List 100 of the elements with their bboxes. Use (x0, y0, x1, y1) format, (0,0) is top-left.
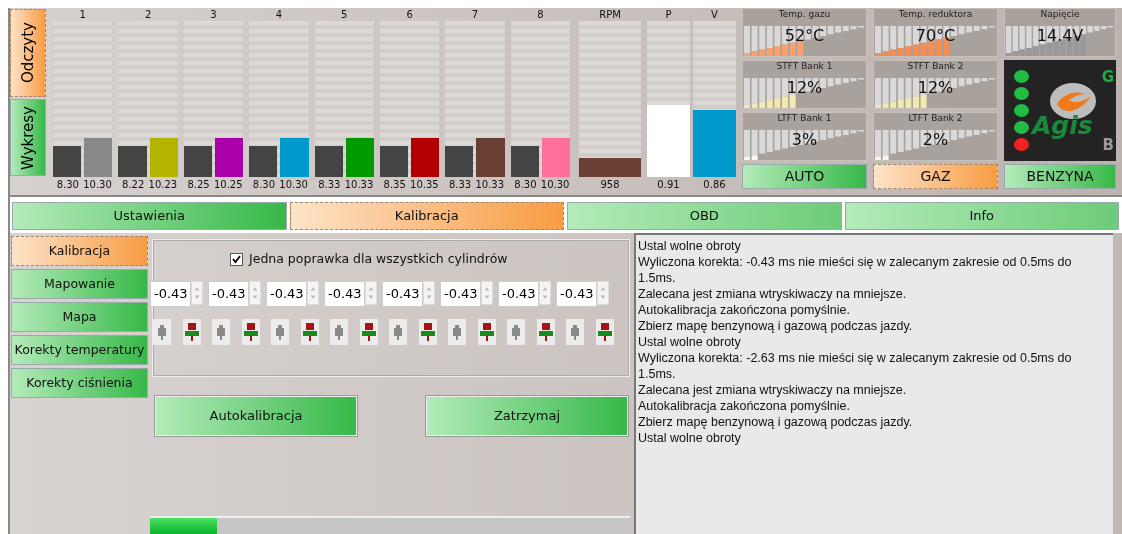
mode-button[interactable]: AUTO (742, 164, 867, 189)
bar-reading: 8.30 (55, 178, 80, 192)
bar-reading: 10.30 (278, 178, 309, 192)
side-tab[interactable]: Odczyty (10, 9, 46, 97)
bar-reading: 10.30 (82, 178, 113, 192)
cylinder-number: 5 (340, 8, 349, 21)
tab[interactable]: OBD (567, 202, 842, 230)
bar-reading: 8.22 (121, 178, 146, 192)
tab[interactable]: Ustawienia (12, 202, 287, 230)
valve-icon (389, 318, 407, 345)
number-field[interactable]: -0.43 (324, 280, 365, 307)
log-line: Autokalibracja zakończona pomyślnie. (638, 398, 851, 414)
spinner-arrows-icon[interactable] (481, 280, 493, 305)
checkbox[interactable] (230, 252, 243, 266)
injector-icon (537, 318, 555, 345)
side-menu-item[interactable]: Kalibracja (11, 236, 148, 266)
log-line: Zalecana jest zmiana wtryskiwaczy na mniejsze. (638, 382, 908, 398)
spinner-arrows-icon[interactable] (307, 280, 319, 305)
side-menu-item[interactable]: Korekty temperatury (11, 335, 148, 365)
gauge-title: STFT Bank 1 (775, 61, 834, 72)
log-line: Zbierz mapę benzynową i gazową podczas jazdy. (638, 414, 914, 430)
valve-icon (566, 318, 584, 345)
logo-letter: B (1102, 136, 1114, 154)
injector-icon (242, 318, 260, 345)
meter-reading: 0.91 (656, 178, 681, 192)
bar-reading: 10.33 (344, 178, 374, 192)
tab[interactable]: Info (844, 202, 1119, 230)
injector-icon (183, 318, 201, 345)
number-field[interactable]: -0.43 (266, 280, 307, 307)
injector-icon (360, 318, 378, 345)
valve-icon (212, 318, 230, 345)
gauge-reading: 2% (922, 130, 949, 150)
log-line: Autokalibracja zakończona pomyślnie. (638, 302, 851, 318)
cylinder-number: 1 (78, 8, 87, 21)
meter-label: P (664, 8, 673, 21)
side-menu-item[interactable]: Mapa (11, 302, 148, 332)
gauge-title: Napięcie (1039, 9, 1081, 20)
injector-icon (596, 318, 614, 345)
meter-reading: 0.86 (702, 178, 727, 192)
gauge-reading: 14.4V (1036, 26, 1084, 46)
logo-letter: G (1101, 68, 1114, 86)
side-menu-item[interactable]: Korekty ciśnienia (11, 368, 148, 398)
mode-button[interactable]: BENZYNA (1004, 164, 1116, 189)
gauge-reading: 52°C (784, 26, 825, 46)
log-line: Ustal wolne obroty (638, 334, 742, 350)
autocalibration-button[interactable]: Autokalibracja (155, 396, 357, 437)
injector-icon (478, 318, 496, 345)
mode-button[interactable]: GAZ (873, 164, 998, 189)
bar-reading: 8.30 (251, 178, 277, 192)
log-line: Ustal wolne obroty (638, 430, 742, 446)
bar-reading: 8.25 (186, 178, 211, 192)
gauge-title: LTFT Bank 2 (907, 113, 964, 124)
spinner-arrows-icon[interactable] (365, 280, 377, 305)
bar-reading: 8.33 (317, 178, 342, 192)
side-tab[interactable]: Wykresy (10, 99, 46, 176)
gauge-title: Temp. gazu (777, 9, 832, 20)
checkbox-label: Jedna poprawka dla wszystkich cylindrów (249, 250, 508, 268)
bar-reading: 10.30 (540, 178, 570, 192)
valve-icon (507, 318, 525, 345)
cylinder-number: 8 (536, 8, 545, 21)
brand-text: Agis (1032, 112, 1093, 140)
bar-reading: 10.25 (213, 178, 244, 192)
cylinder-number: 2 (143, 8, 153, 21)
spinner-arrows-icon[interactable] (423, 280, 435, 305)
log-line: Wyliczona korekta: -0.43 ms nie mieści się w zalecanym zakresie od 0.5ms do 1.5ms. (638, 254, 1073, 286)
tab[interactable]: Kalibracja (289, 202, 564, 230)
number-field[interactable]: -0.43 (208, 280, 249, 307)
spinner-arrows-icon[interactable] (539, 280, 551, 305)
bar-reading: 10.35 (409, 178, 440, 192)
bar-reading: 10.23 (148, 178, 178, 192)
number-field[interactable]: -0.43 (498, 280, 539, 307)
valve-icon (330, 318, 348, 345)
meter-label: RPM (598, 8, 622, 21)
log-line: Zalecana jest zmiana wtryskiwaczy na mniejsze. (638, 286, 908, 302)
injector-icon (419, 318, 437, 345)
gauge-reading: 12% (917, 78, 954, 98)
gauge-title: STFT Bank 2 (906, 61, 965, 72)
log-line: Ustal wolne obroty (638, 238, 742, 254)
gauge-reading: 70°C (915, 26, 956, 46)
valve-icon (448, 318, 466, 345)
number-field[interactable]: -0.43 (556, 280, 597, 307)
bar-reading: 10.33 (474, 178, 505, 192)
gauge-title: Temp. reduktora (897, 9, 974, 20)
number-field[interactable]: -0.43 (440, 280, 481, 307)
cylinder-number: 6 (405, 8, 414, 21)
spinner-arrows-icon[interactable] (191, 280, 203, 305)
log-line: Zbierz mapę benzynową i gazową podczas jazdy. (638, 318, 914, 334)
side-menu-item[interactable]: Mapowanie (11, 269, 148, 299)
number-field[interactable]: -0.43 (382, 280, 423, 307)
gauge-reading: 3% (791, 130, 818, 150)
meter-reading: 958 (599, 178, 621, 192)
stop-button[interactable]: Zatrzymaj (426, 396, 628, 437)
number-field[interactable]: -0.43 (150, 280, 191, 307)
spinner-arrows-icon[interactable] (249, 280, 261, 305)
log-line: Wyliczona korekta: -2.63 ms nie mieści się w zalecanym zakresie od 0.5ms do 1.5ms. (638, 350, 1073, 382)
gauge-title: LTFT Bank 1 (776, 113, 833, 124)
gauge-reading: 12% (786, 78, 823, 98)
spinner-arrows-icon[interactable] (597, 280, 609, 305)
cylinder-number: 7 (470, 8, 480, 21)
bar-reading: 8.30 (513, 178, 538, 192)
